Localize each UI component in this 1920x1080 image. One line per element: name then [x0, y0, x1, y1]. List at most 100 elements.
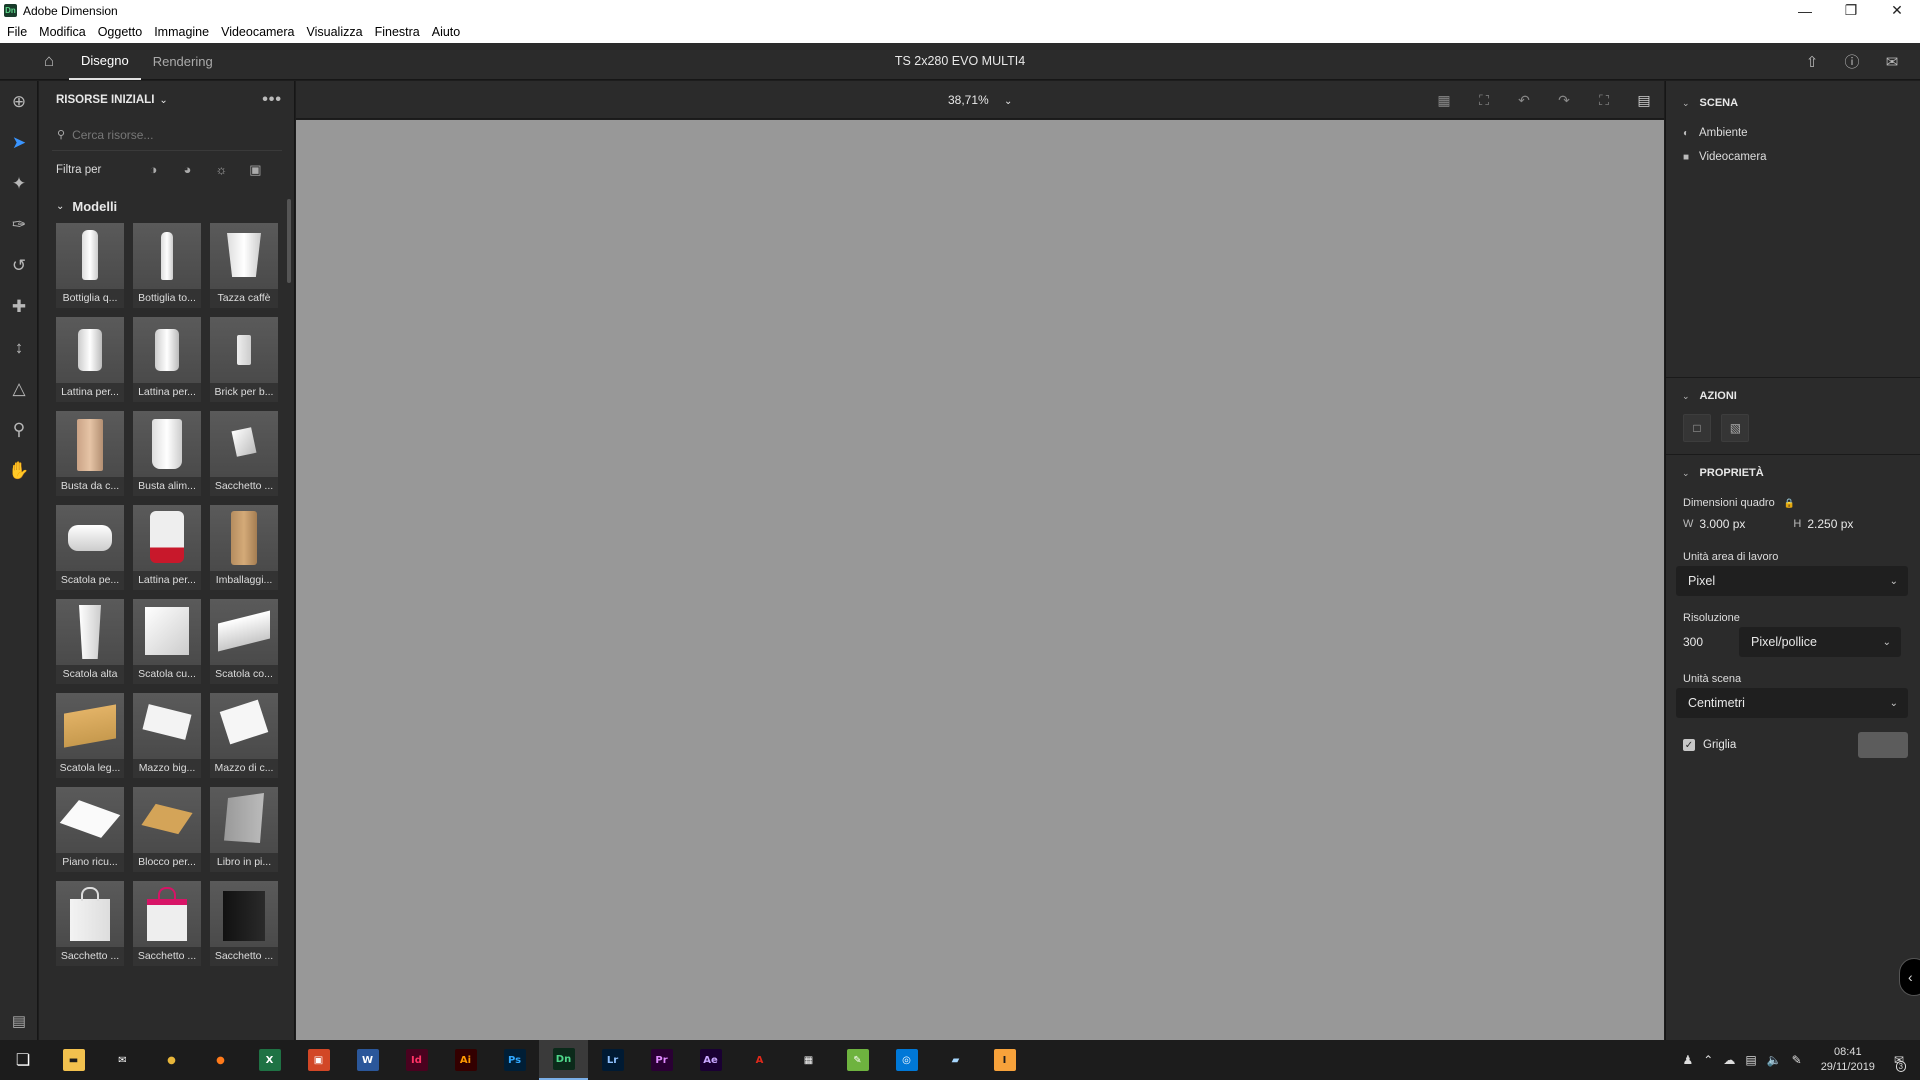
model-card[interactable]: Blocco per...	[133, 787, 201, 872]
taskbar-indesign[interactable]: Id	[392, 1040, 441, 1080]
model-card[interactable]: Scatola leg...	[56, 693, 124, 778]
actions-header[interactable]: ⌄ AZIONI	[1666, 378, 1920, 414]
assets-scrollbar[interactable]	[287, 199, 291, 283]
sampler-icon[interactable]: ✑	[0, 204, 38, 245]
place-image-icon[interactable]: ▧	[1721, 414, 1750, 442]
network-icon[interactable]: ▤	[1745, 1053, 1756, 1067]
vertical-move-icon[interactable]: ↕	[0, 327, 38, 368]
model-card[interactable]: Scatola alta	[56, 599, 124, 684]
model-card[interactable]: Bottiglia q...	[56, 223, 124, 308]
resolution-unit-select[interactable]: Pixel/pollice ⌄	[1739, 627, 1901, 657]
model-card[interactable]: Mazzo di c...	[210, 693, 278, 778]
zoom-icon[interactable]: ⚲	[0, 409, 38, 450]
model-card[interactable]: Tazza caffè	[210, 223, 278, 308]
menu-finestra[interactable]: Finestra	[375, 25, 420, 39]
model-card[interactable]: Lattina per...	[56, 317, 124, 402]
lock-icon[interactable]: 🔒	[1784, 498, 1795, 508]
select-tool-icon[interactable]: ➤	[0, 122, 38, 163]
more-options-icon[interactable]: •••	[262, 91, 282, 109]
resolution-field[interactable]: 300	[1683, 635, 1739, 649]
help-icon[interactable]: ⓘ	[1832, 51, 1872, 72]
taskbar-file-explorer[interactable]: ▬	[49, 1040, 98, 1080]
model-card[interactable]: Scatola pe...	[56, 505, 124, 590]
model-card[interactable]: Scatola co...	[210, 599, 278, 684]
undo-camera-icon[interactable]: ↶	[1504, 92, 1544, 109]
menu-visualizza[interactable]: Visualizza	[307, 25, 363, 39]
model-card[interactable]: Sacchetto ...	[210, 881, 278, 966]
taskbar-chrome[interactable]: ●	[147, 1040, 196, 1080]
grid-checkbox[interactable]: ✓	[1683, 739, 1695, 751]
model-card[interactable]: Sacchetto ...	[133, 881, 201, 966]
taskbar-illustrator[interactable]: Ai	[441, 1040, 490, 1080]
taskbar-dimension[interactable]: Dn	[539, 1040, 588, 1080]
taskbar-app-doc[interactable]: ▰	[931, 1040, 980, 1080]
filter-models-icon[interactable]: ◑	[136, 162, 170, 178]
menu-modifica[interactable]: Modifica	[39, 25, 86, 39]
orbit-icon[interactable]: ↺	[0, 245, 38, 286]
canvas-viewport[interactable]	[296, 120, 1664, 1040]
taskbar-acrobat-tools[interactable]: ▣	[294, 1040, 343, 1080]
model-card[interactable]: Busta da c...	[56, 411, 124, 496]
model-card[interactable]: Lattina per...	[133, 317, 201, 402]
work-units-select[interactable]: Pixel ⌄	[1676, 566, 1908, 596]
model-card[interactable]: Bottiglia to...	[133, 223, 201, 308]
hand-icon[interactable]: ✋	[0, 450, 38, 491]
taskbar-excel[interactable]: X	[245, 1040, 294, 1080]
magic-wand-icon[interactable]: ✦	[0, 163, 38, 204]
filter-images-icon[interactable]: ▣	[238, 162, 272, 178]
feedback-icon[interactable]: ✉	[1872, 53, 1912, 71]
menu-file[interactable]: File	[7, 25, 27, 39]
zoom-control[interactable]: 38,71% ⌄	[948, 93, 1012, 107]
section-modelli[interactable]: ⌄ Modelli	[39, 189, 294, 223]
redo-camera-icon[interactable]: ↷	[1544, 92, 1584, 109]
filter-lights-icon[interactable]: ☼	[204, 162, 238, 178]
model-card[interactable]: Mazzo big...	[133, 693, 201, 778]
collapse-panel-button[interactable]: ‹	[1899, 958, 1920, 996]
model-card[interactable]: Sacchetto ...	[56, 881, 124, 966]
height-field[interactable]: 2.250 px	[1807, 517, 1853, 531]
camera-frame-icon[interactable]: ⛶	[1464, 92, 1504, 109]
fit-view-icon[interactable]: ▦	[1424, 92, 1464, 109]
volume-icon[interactable]: 🔈	[1767, 1053, 1782, 1067]
taskbar-after-effects[interactable]: Ae	[686, 1040, 735, 1080]
home-icon[interactable]: ⌂	[29, 43, 69, 80]
taskbar-premiere[interactable]: Pr	[637, 1040, 686, 1080]
camera-bookmark-icon[interactable]: ⛶	[1584, 92, 1624, 109]
add-content-icon[interactable]: ⊕	[0, 81, 38, 122]
taskbar-acrobat[interactable]: A	[735, 1040, 784, 1080]
model-card[interactable]: Busta alim...	[133, 411, 201, 496]
taskbar-app-blue[interactable]: ◎	[882, 1040, 931, 1080]
taskbar-notes[interactable]: ✎	[833, 1040, 882, 1080]
model-card[interactable]: Imballaggi...	[210, 505, 278, 590]
model-card[interactable]: Lattina per...	[133, 505, 201, 590]
menu-oggetto[interactable]: Oggetto	[98, 25, 142, 39]
menu-videocamera[interactable]: Videocamera	[221, 25, 294, 39]
move-icon[interactable]: ✚	[0, 286, 38, 327]
notifications-icon[interactable]: ✉ 3	[1894, 1053, 1906, 1072]
windows-start-icon[interactable]: ❏	[0, 1040, 46, 1080]
taskbar-lightroom[interactable]: Lr	[588, 1040, 637, 1080]
width-field[interactable]: 3.000 px	[1699, 517, 1793, 531]
share-icon[interactable]: ⇧	[1792, 53, 1832, 71]
taskbar-app-orange[interactable]: I	[980, 1040, 1029, 1080]
panel-toggle-icon[interactable]: ▤	[0, 1006, 38, 1036]
scene-units-select[interactable]: Centimetri ⌄	[1676, 688, 1908, 718]
properties-header[interactable]: ⌄ PROPRIETÀ	[1666, 455, 1920, 491]
taskbar-firefox[interactable]: ●	[196, 1040, 245, 1080]
taskbar-calculator[interactable]: ▦	[784, 1040, 833, 1080]
search-input[interactable]: ⚲ Cerca risorse...	[52, 119, 282, 151]
clock[interactable]: 08:41 29/11/2019	[1821, 1045, 1875, 1075]
model-card[interactable]: Piano ricu...	[56, 787, 124, 872]
menu-immagine[interactable]: Immagine	[154, 25, 209, 39]
scene-header[interactable]: ⌄ SCENA	[1666, 85, 1920, 121]
model-card[interactable]: Sacchetto ...	[210, 411, 278, 496]
grid-color-swatch[interactable]	[1858, 732, 1908, 758]
model-card[interactable]: Scatola cu...	[133, 599, 201, 684]
onedrive-icon[interactable]: ☁	[1723, 1053, 1735, 1067]
restore-button[interactable]: ❐	[1828, 0, 1874, 21]
taskbar-mail[interactable]: ✉	[98, 1040, 147, 1080]
menu-aiuto[interactable]: Aiuto	[432, 25, 461, 39]
people-icon[interactable]: ♟	[1683, 1053, 1694, 1067]
tab-disegno[interactable]: Disegno	[69, 43, 141, 80]
assets-header[interactable]: RISORSE INIZIALI ⌄ •••	[39, 81, 294, 119]
